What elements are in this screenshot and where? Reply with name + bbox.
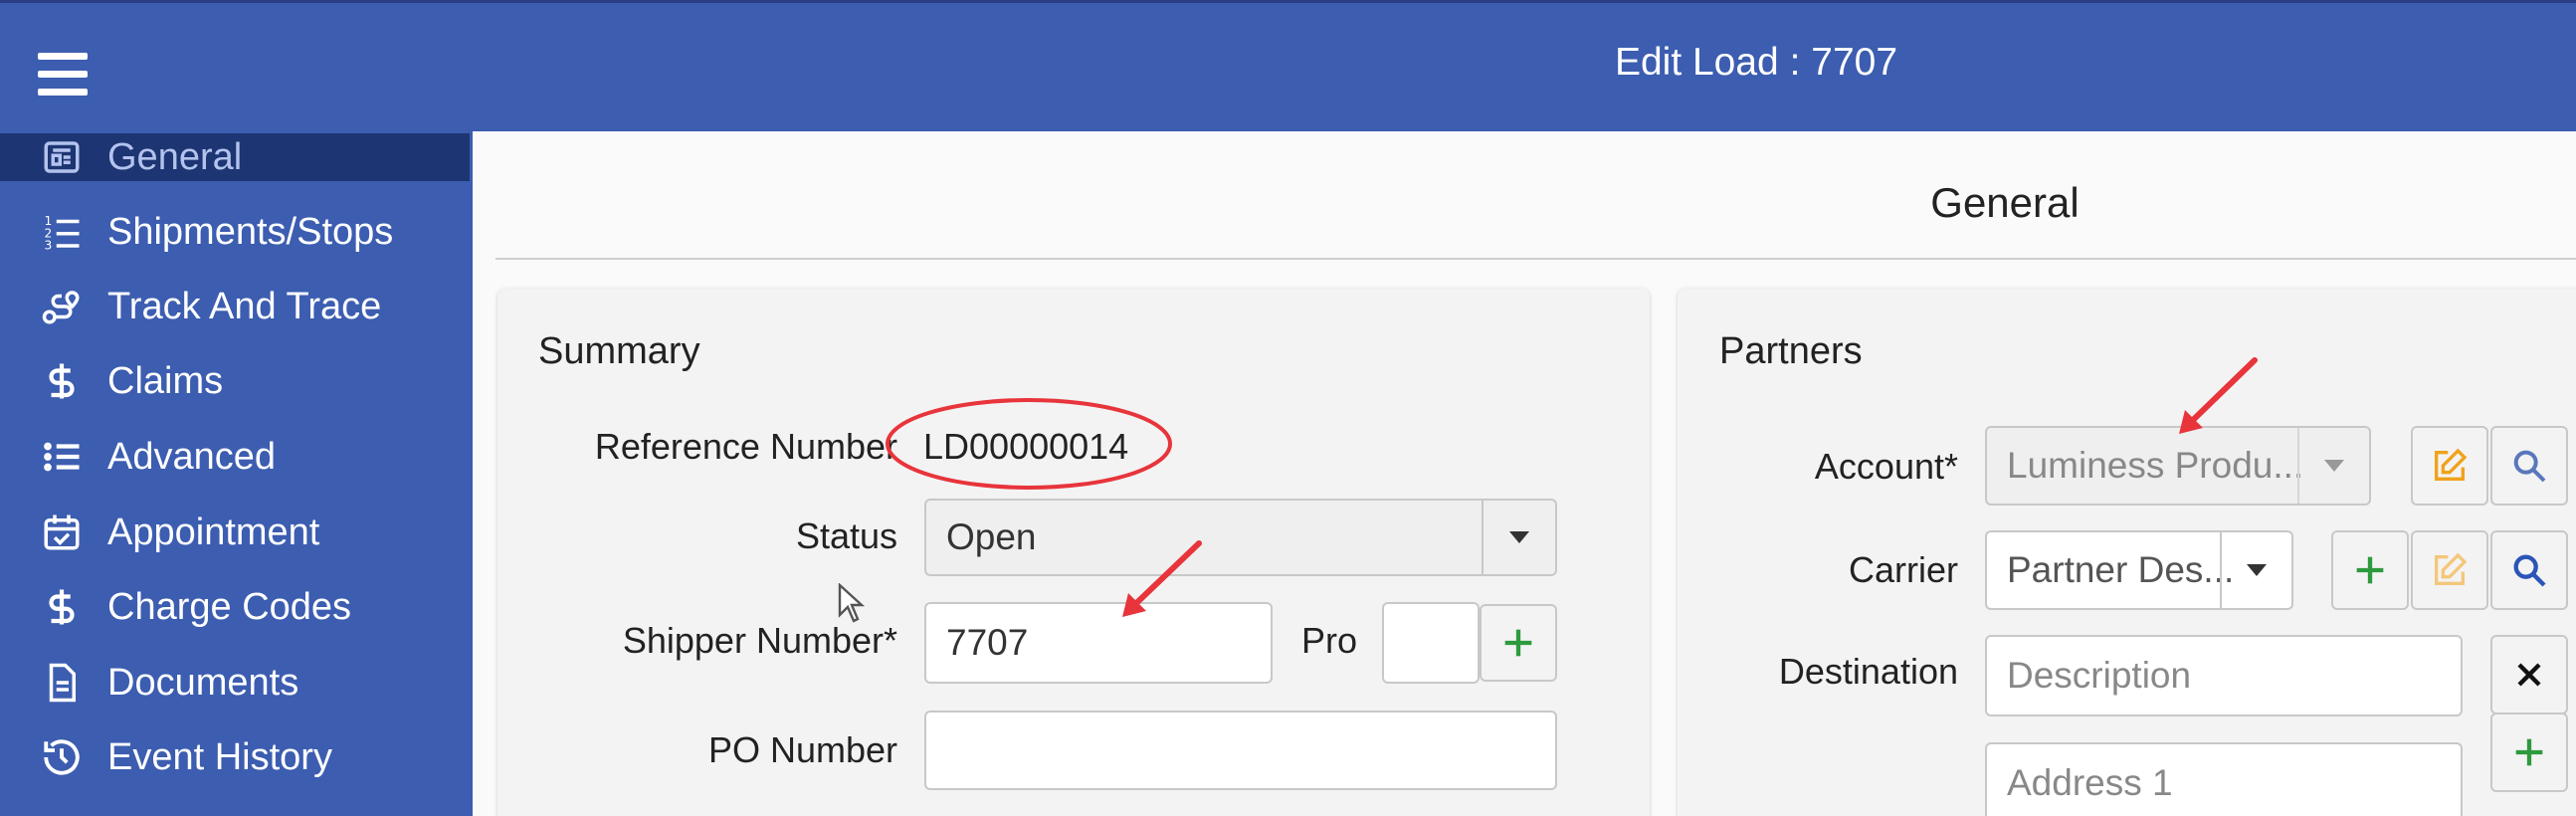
section-heading: General (1930, 179, 2080, 226)
add-destination-button[interactable] (2490, 713, 2568, 792)
add-carrier-button[interactable] (2331, 530, 2409, 610)
pro-label: Pro (1300, 620, 1357, 661)
dollar-icon (40, 585, 84, 629)
partners-title: Partners (1719, 330, 1863, 372)
address1-placeholder: Address 1 (2007, 762, 2173, 803)
sidebar-item-advanced[interactable]: Advanced (0, 426, 470, 488)
plus-icon (1504, 629, 1532, 657)
calendar-check-icon (40, 510, 84, 554)
destination-placeholder: Description (2007, 655, 2192, 696)
chevron-down-icon[interactable] (1482, 501, 1555, 574)
history-icon (40, 735, 84, 779)
sidebar-item-label: Appointment (107, 510, 320, 553)
search-carrier-button[interactable] (2490, 530, 2568, 610)
shipper-number-label: Shipper Number* (622, 620, 897, 661)
carrier-label: Carrier (1848, 549, 1958, 590)
dollar-icon (40, 359, 84, 403)
account-value: Luminess Produ... (2007, 445, 2304, 486)
sidebar-item-label: Track And Trace (107, 285, 382, 327)
sidebar-item-label: Advanced (107, 435, 277, 478)
hamburger-menu-icon[interactable] (38, 53, 88, 97)
sidebar-item-documents[interactable]: Documents (0, 652, 470, 714)
carrier-select[interactable]: Partner Des... (1985, 530, 2293, 610)
sidebar-item-label: General (107, 135, 243, 178)
sidebar-item-label: Charge Codes (107, 585, 352, 628)
app-header: Edit Load : 7707 (0, 0, 2576, 131)
sidebar-item-general[interactable]: General (0, 133, 470, 181)
edit-icon (2435, 448, 2468, 481)
mouse-cursor-icon (838, 583, 866, 623)
clear-destination-button[interactable] (2490, 635, 2568, 714)
sidebar-item-label: Claims (107, 359, 224, 402)
destination-address1-field[interactable]: Address 1 (1985, 742, 2463, 816)
plus-icon (2356, 556, 2384, 584)
carrier-value: Partner Des... (2007, 549, 2235, 590)
sidebar-item-label: Event History (107, 735, 332, 778)
chevron-down-icon[interactable] (2220, 532, 2291, 608)
shipper-number-value: 7707 (946, 622, 1029, 663)
search-account-button[interactable] (2490, 426, 2568, 506)
sidebar-item-label: Shipments/Stops (107, 210, 394, 253)
document-icon (40, 661, 84, 705)
plus-icon (2515, 738, 2543, 766)
sidebar-item-appointment[interactable]: Appointment (0, 502, 470, 563)
sidebar-item-shipments-stops[interactable]: 123 Shipments/Stops (0, 201, 470, 263)
reference-number-value: LD00000014 (923, 426, 1129, 467)
edit-carrier-button[interactable] (2411, 530, 2488, 610)
newspaper-icon (40, 135, 84, 179)
list-icon (40, 435, 84, 479)
search-icon (2513, 554, 2546, 587)
close-icon (2517, 663, 2541, 687)
po-number-label: PO Number (707, 729, 897, 770)
sidebar-item-track-and-trace[interactable]: Track And Trace (0, 276, 470, 337)
destination-label: Destination (1778, 651, 1958, 692)
route-icon (40, 285, 84, 328)
sidebar-item-label: Documents (107, 661, 299, 704)
summary-title: Summary (538, 330, 700, 372)
add-pro-button[interactable] (1480, 604, 1557, 682)
account-label: Account* (1814, 446, 1958, 487)
numbered-list-icon: 123 (40, 210, 84, 254)
status-value: Open (946, 516, 1037, 557)
account-select[interactable]: Luminess Produ... (1985, 426, 2371, 506)
edit-account-button[interactable] (2411, 426, 2488, 506)
svg-text:3: 3 (45, 239, 53, 253)
shipper-number-field[interactable]: 7707 (924, 602, 1273, 684)
divider (495, 258, 2576, 260)
status-select[interactable]: Open (924, 499, 1557, 576)
page-title: Edit Load : 7707 (1614, 41, 1898, 84)
po-number-field[interactable] (924, 711, 1557, 790)
pro-field[interactable] (1382, 602, 1480, 684)
reference-number-label: Reference Number (594, 426, 897, 467)
edit-icon (2435, 552, 2468, 585)
status-label: Status (795, 515, 897, 556)
sidebar-item-event-history[interactable]: Event History (0, 726, 470, 788)
chevron-down-icon[interactable] (2297, 428, 2369, 504)
sidebar-item-claims[interactable]: Claims (0, 350, 470, 412)
destination-description-field[interactable]: Description (1985, 635, 2463, 716)
sidebar-item-charge-codes[interactable]: Charge Codes (0, 576, 470, 638)
sidebar: General 123 Shipments/Stops Track And Tr… (0, 131, 470, 816)
search-icon (2513, 450, 2546, 483)
